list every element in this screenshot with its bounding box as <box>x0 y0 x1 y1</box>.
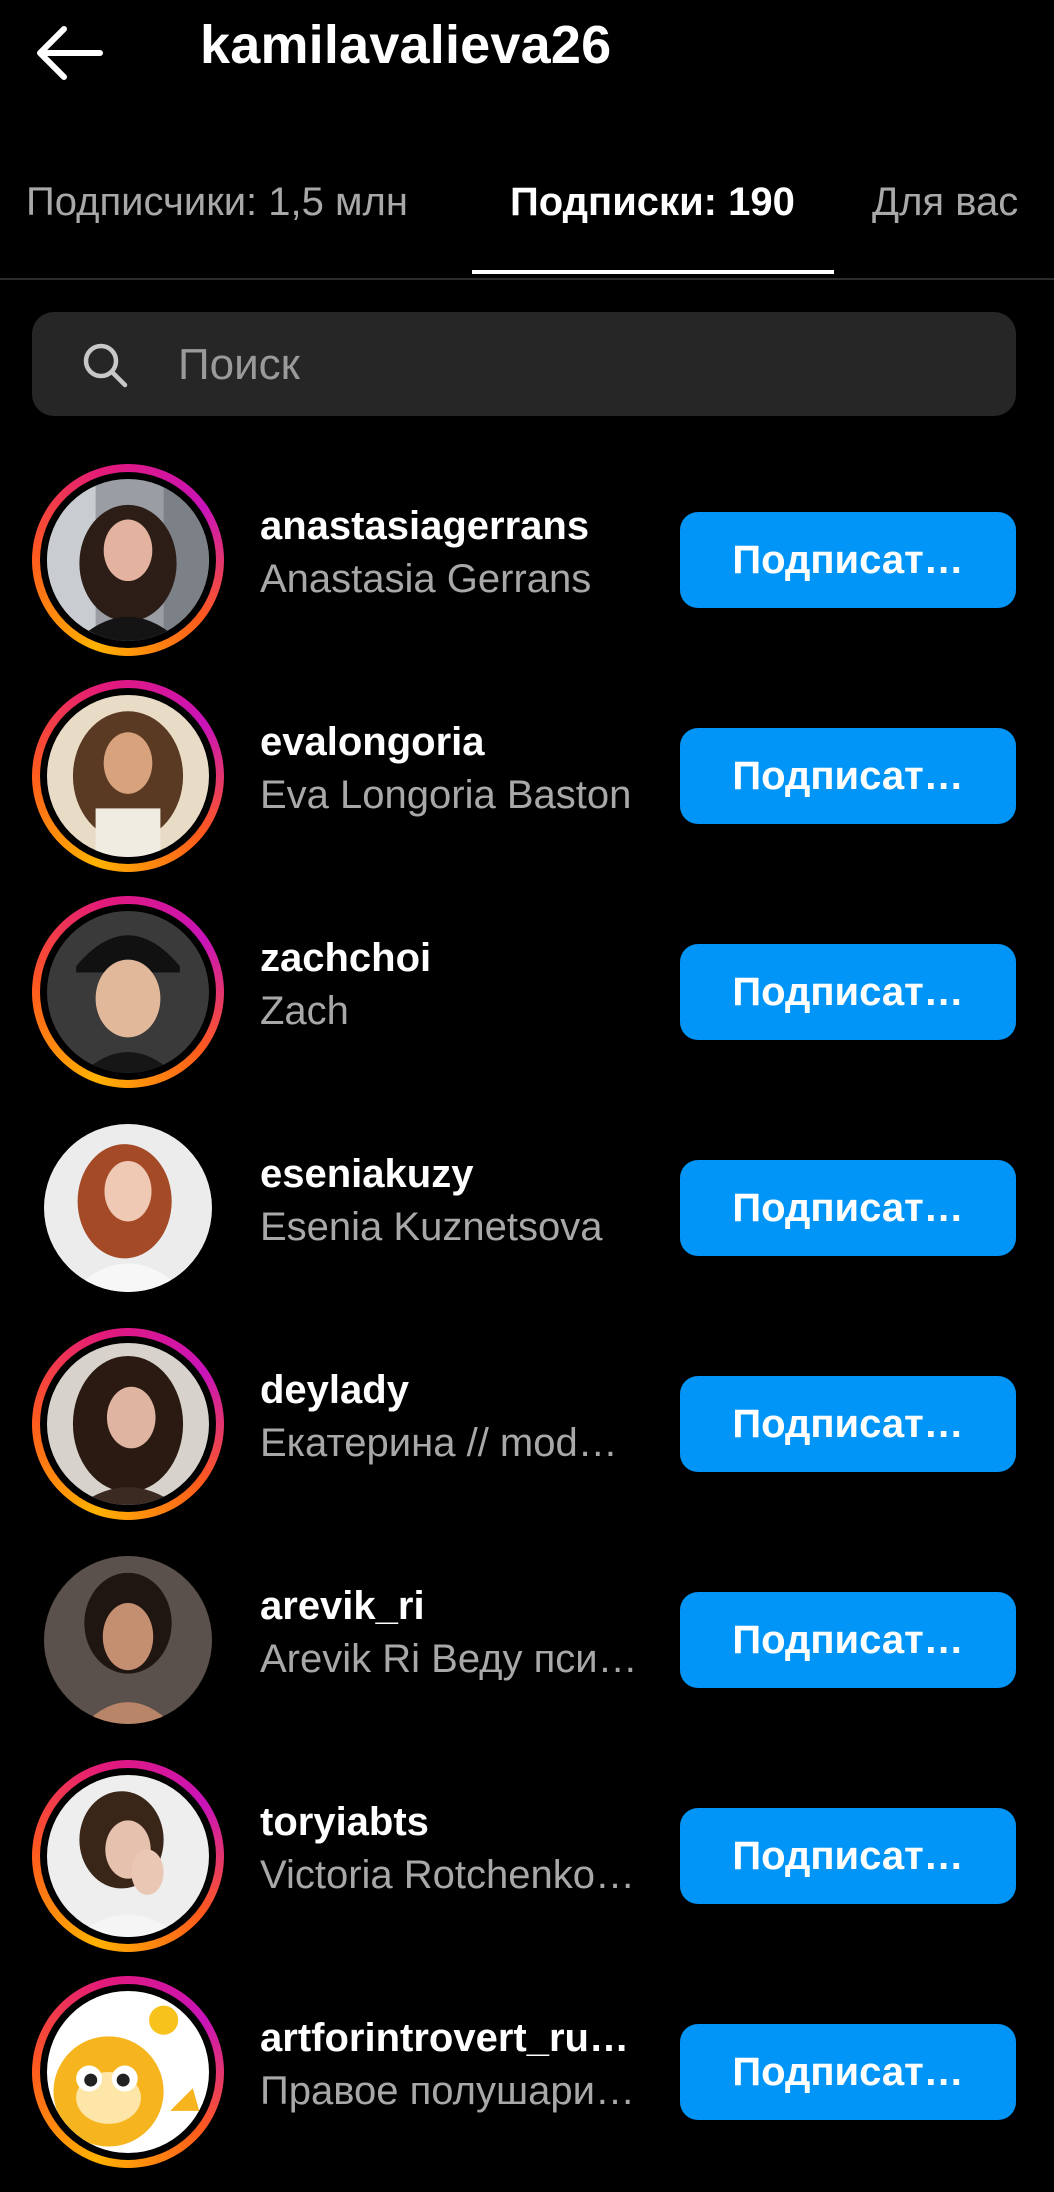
avatar <box>47 695 209 857</box>
username[interactable]: arevik_ri <box>260 1584 650 1629</box>
story-ring[interactable] <box>32 896 224 1088</box>
list-item[interactable]: anastasiagerrans Anastasia Gerrans Подпи… <box>0 464 1054 680</box>
avatar-container[interactable] <box>32 1544 224 1736</box>
full-name: Anastasia Gerrans <box>260 557 592 601</box>
username[interactable]: evalongoria <box>260 720 650 765</box>
follow-button[interactable]: Подписат… <box>680 1808 1016 1904</box>
full-name: Arevik Ri Веду пси… <box>260 1637 638 1681</box>
full-name: Екатерина // mod… <box>260 1421 618 1465</box>
story-ring[interactable] <box>32 1760 224 1952</box>
arrow-left-icon <box>37 26 103 80</box>
username[interactable]: toryiabts <box>260 1800 650 1845</box>
follow-button[interactable]: Подписат… <box>680 1592 1016 1688</box>
tab-for-you[interactable]: Для вас <box>872 180 1018 225</box>
follow-button[interactable]: Подписат… <box>680 2024 1016 2120</box>
story-ring[interactable] <box>32 1976 224 2168</box>
username[interactable]: deylady <box>260 1368 650 1413</box>
story-ring[interactable] <box>32 680 224 872</box>
avatar <box>47 1343 209 1505</box>
follow-button[interactable]: Подписат… <box>680 728 1016 824</box>
full-name: Zach <box>260 989 349 1033</box>
full-name: Правое полушари… <box>260 2069 635 2113</box>
list-item[interactable]: arevik_ri Arevik Ri Веду пси… Подписат… <box>0 1544 1054 1760</box>
follow-button[interactable]: Подписат… <box>680 1160 1016 1256</box>
full-name: Victoria Rotchenko… <box>260 1853 635 1897</box>
full-name: Esenia Kuznetsova <box>260 1205 603 1249</box>
tab-following[interactable]: Подписки: 190 <box>510 180 795 225</box>
following-list: anastasiagerrans Anastasia Gerrans Подпи… <box>0 464 1054 2192</box>
profile-username-title: kamilavalieva26 <box>200 15 612 75</box>
avatar <box>47 911 209 1073</box>
list-item[interactable]: deylady Екатерина // mod… Подписат… <box>0 1328 1054 1544</box>
follow-button[interactable]: Подписат… <box>680 1376 1016 1472</box>
avatar-container[interactable] <box>32 1112 224 1304</box>
story-ring[interactable] <box>32 464 224 656</box>
list-item[interactable]: eseniakuzy Esenia Kuznetsova Подписат… <box>0 1112 1054 1328</box>
list-item[interactable]: artforintrovert_rus… Правое полушари… По… <box>0 1976 1054 2192</box>
top-bar: kamilavalieva26 <box>0 0 1054 110</box>
avatar <box>44 1124 212 1292</box>
follow-button[interactable]: Подписат… <box>680 512 1016 608</box>
username[interactable]: zachchoi <box>260 936 650 981</box>
tab-followers[interactable]: Подписчики: 1,5 млн <box>26 180 408 225</box>
search-icon <box>83 343 128 388</box>
tab-bar: Подписчики: 1,5 млн Подписки: 190 Для ва… <box>0 160 1054 280</box>
list-item[interactable]: toryiabts Victoria Rotchenko… Подписат… <box>0 1760 1054 1976</box>
avatar <box>44 1556 212 1724</box>
active-tab-indicator <box>472 270 834 274</box>
avatar <box>47 479 209 641</box>
username[interactable]: artforintrovert_rus… <box>260 2016 650 2061</box>
search-input[interactable] <box>176 312 980 418</box>
back-button[interactable] <box>30 18 110 88</box>
search-bar[interactable] <box>32 312 1016 418</box>
avatar <box>47 1775 209 1937</box>
list-item[interactable]: zachchoi Zach Подписат… <box>0 896 1054 1112</box>
avatar <box>47 1991 209 2153</box>
username[interactable]: anastasiagerrans <box>260 504 650 549</box>
username[interactable]: eseniakuzy <box>260 1152 650 1197</box>
story-ring[interactable] <box>32 1328 224 1520</box>
list-item[interactable]: evalongoria Eva Longoria Baston Подписат… <box>0 680 1054 896</box>
full-name: Eva Longoria Baston <box>260 773 632 817</box>
follow-button[interactable]: Подписат… <box>680 944 1016 1040</box>
